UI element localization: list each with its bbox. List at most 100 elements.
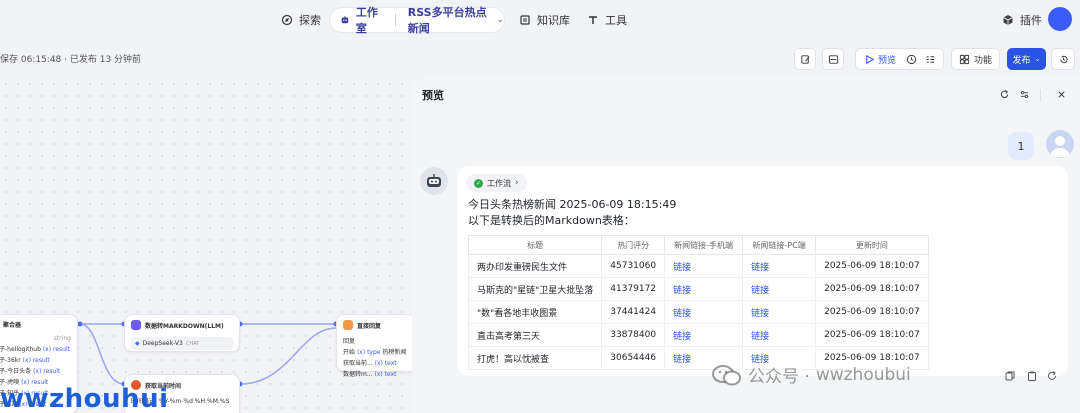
node-row: 子-36kr (x) result [0,357,50,364]
wechat-icon [712,364,741,385]
chevron-down-icon[interactable]: ⌄ [496,15,504,25]
mobile-link[interactable]: 链接 [664,254,744,278]
model-selector[interactable]: ◆ DeepSeek-V3 CHAT [131,337,233,350]
column-header: 新闻链接-手机端 [664,235,744,255]
column-header: 新闻链接-PC端 [742,235,817,255]
table-row: 马斯克的"星链"卫星大批坠落 41379172 链接 链接 2025-06-09… [467,277,929,301]
divider [1040,89,1041,101]
table-row: "数"看各地丰收图景 37441424 链接 链接 2025-06-09 18:… [467,300,929,324]
checklist-icon[interactable] [925,54,936,65]
nav-plugins-label: 插件 [1020,14,1042,27]
cell-score: 30654446 [601,346,666,370]
pc-link[interactable]: 链接 [742,323,817,347]
compass-icon [281,14,293,26]
edit-note-icon [800,54,810,64]
node-row: 子-今日头条 (x) result [0,368,61,375]
mobile-link[interactable]: 链接 [664,300,744,324]
preview-button[interactable]: 预览 [864,53,896,66]
chevron-down-icon: ⌄ [1034,55,1041,63]
publish-label: 发布 [1012,55,1031,66]
deepseek-icon: ◆ [135,340,140,347]
features-label: 功能 [973,55,992,66]
nav-plugins[interactable]: 插件 [1002,8,1042,32]
project-name: RSS多平台热点新闻 [407,6,487,35]
refresh-icon[interactable] [999,89,1010,100]
column-header: 更新时间 [815,235,929,255]
nav-search[interactable]: 探索 [281,8,321,32]
divider [394,14,396,26]
column-header: 热门评分 [601,235,666,255]
pc-link[interactable]: 链接 [742,300,817,324]
workflow-canvas[interactable]: 聚合器 string 子-hellogithub (x) result 子-36… [0,78,416,413]
node-llm[interactable]: 数据转MARKDOWN(LLM) ◆ DeepSeek-V3 CHAT [124,314,240,352]
save-status: 保存 06:15:48 · 已发布 13 分钟前 [0,55,142,65]
clock-icon[interactable] [906,54,917,65]
node-row: 子-hellogithub (x) result [0,346,70,353]
nav-tools[interactable]: 工具 [587,8,627,32]
answer-intro: 以下是转换后的Markdown表格： [468,214,635,227]
top-nav: 探索 工作室 RSS多平台热点新闻 ⌄ 知识库 工具 插件 [0,0,1080,40]
node-title: 聚合器 [3,322,22,329]
node-title: 直接回复 [337,315,415,335]
settings-sliders-icon[interactable] [1019,89,1030,100]
cube-icon [1003,15,1013,25]
watermark-left: wwzhouhui [0,384,169,413]
node-output-type: string [53,335,71,342]
llm-icon [131,320,141,330]
watermark-prefix: 公众号 · [748,367,810,387]
play-icon [866,54,875,64]
robot-icon [427,174,441,187]
workflow-status-chip[interactable]: ✓ 工作流 › [466,174,527,192]
bot-avatar [420,167,448,195]
env-button[interactable] [822,48,844,70]
node-direct-answer[interactable]: 直接回复 回复 开始 (x) type 热榜新闻 获取当前... (x) tex… [336,314,416,378]
cell-title: 两办印发重磅民生文件 [467,254,603,278]
workspace-tab[interactable]: 工作室 RSS多平台热点新闻 ⌄ [330,6,504,35]
node-title: 数据转MARKDOWN(LLM) [125,315,239,335]
clipboard-icon[interactable] [1026,370,1038,382]
book-icon [520,15,530,25]
user-message: 1 [1008,132,1034,160]
chevron-right-icon: › [515,178,519,188]
watermark-right: 公众号 · wwzhoubui [712,362,911,387]
nav-knowledge-label: 知识库 [537,14,570,27]
cell-title: 直击高考第三天 [467,323,603,347]
watermark-name: wwzhoubui [815,364,911,385]
news-table: 标题 热门评分 新闻链接-手机端 新闻链接-PC端 更新时间 两办印发重磅民生文… [467,235,929,370]
cell-time: 2025-06-09 18:10:07 [815,323,929,347]
history-button[interactable] [794,48,816,70]
cell-score: 37441424 [601,300,666,324]
answer-headline: 今日头条热榜新闻 2025-06-09 18:15:49 [468,198,677,211]
publish-button[interactable]: 发布 ⌄ [1007,48,1046,70]
table-header-row: 标题 热门评分 新闻链接-手机端 新闻链接-PC端 更新时间 [467,235,929,255]
cell-score: 33878400 [601,323,666,347]
workflow-chip-label: 工作流 [487,178,511,188]
mobile-link[interactable]: 链接 [664,323,744,347]
workspace-label: 工作室 [355,6,378,35]
check-icon: ✓ [474,178,483,188]
cell-score: 45731060 [601,254,666,278]
history-rewind-button[interactable] [1051,48,1075,70]
copy-icon[interactable] [1004,370,1016,382]
model-name: DeepSeek-V3 [142,340,183,347]
mobile-link[interactable]: 链接 [664,277,744,301]
nav-search-label: 探索 [299,14,321,27]
pc-link[interactable]: 链接 [742,254,817,278]
avatar[interactable] [1048,7,1072,31]
close-icon[interactable] [1056,89,1067,100]
column-header: 标题 [467,235,603,255]
nav-tools-label: 工具 [605,14,627,27]
node-row: 获取当前... (x) text [343,360,397,367]
answer-bubble: ✓ 工作流 › 今日头条热榜新闻 2025-06-09 18:15:49 以下是… [458,166,1068,376]
regenerate-icon[interactable] [1046,370,1058,382]
pc-link[interactable]: 链接 [742,277,817,301]
robot-icon [341,15,349,24]
user-avatar [1046,130,1074,158]
nav-knowledge[interactable]: 知识库 [519,8,570,32]
answer-icon [343,320,353,330]
wrench-icon [589,16,597,24]
preview-group: 预览 [855,48,944,70]
features-button[interactable]: 功能 [951,48,1000,70]
user-icon [1050,136,1070,157]
panel-title: 预览 [422,89,444,102]
